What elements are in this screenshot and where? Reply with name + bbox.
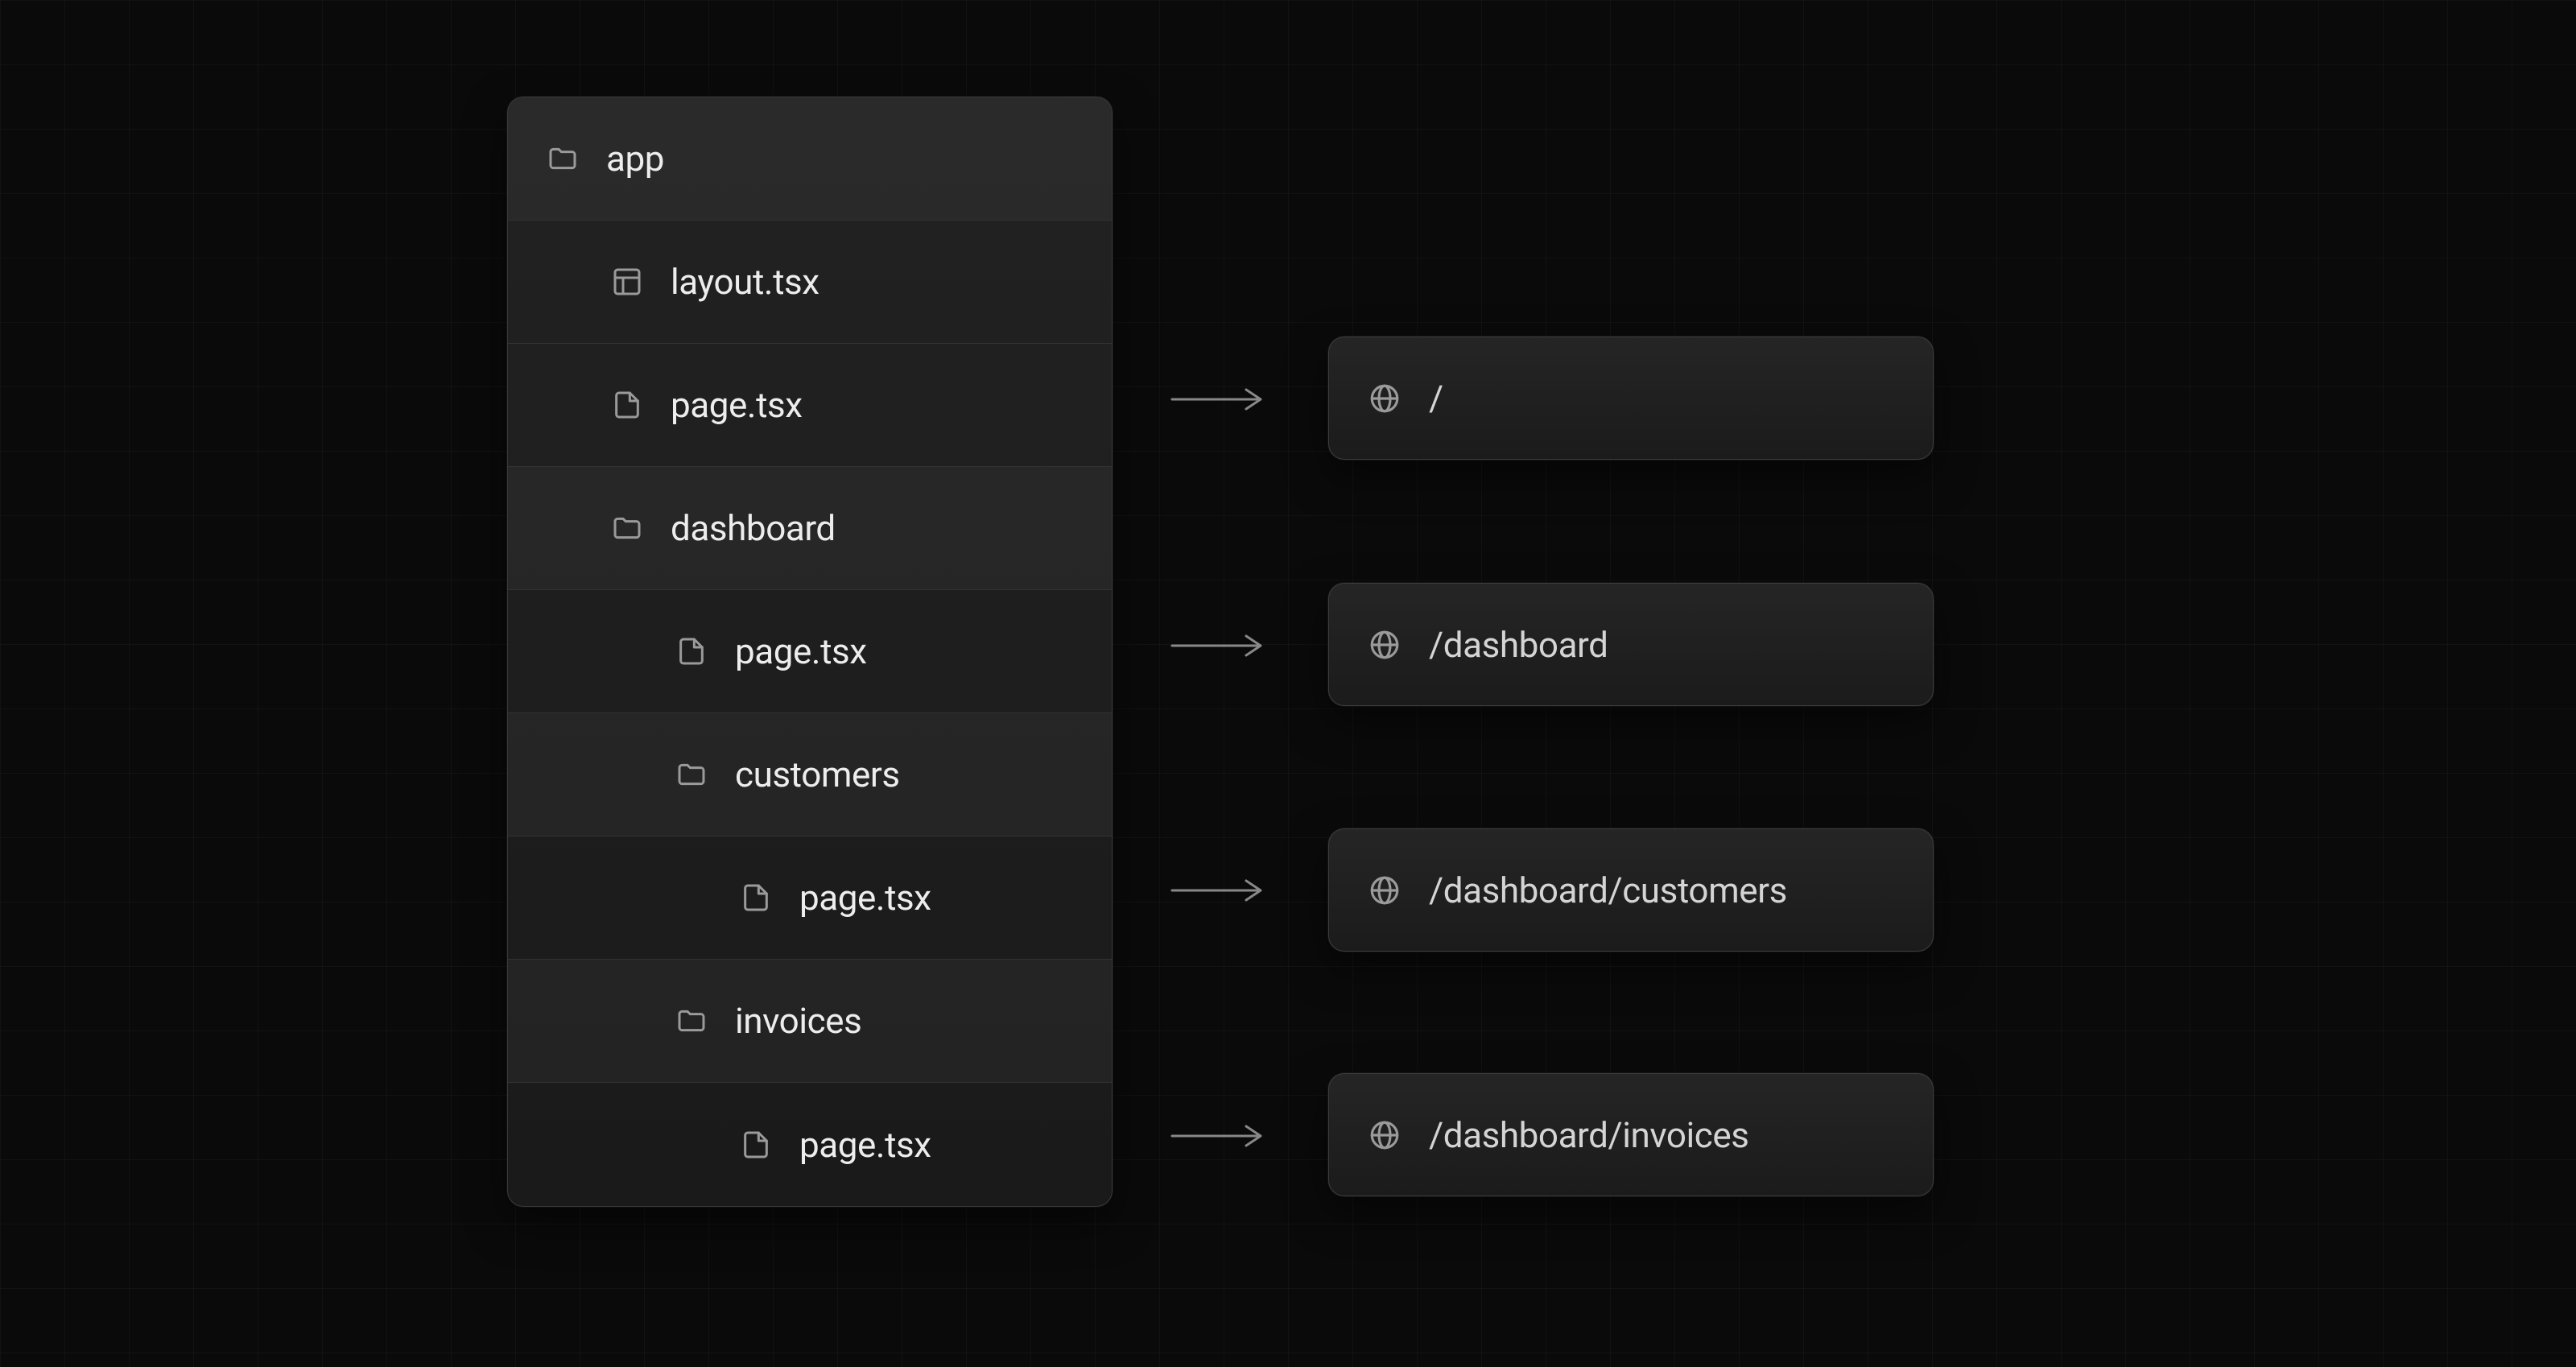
tree-label: page.tsx (671, 384, 803, 426)
globe-icon (1368, 628, 1402, 662)
tree-label: app (606, 138, 664, 180)
file-icon (611, 389, 643, 421)
route-path: /dashboard/customers (1429, 869, 1787, 911)
tree-row-invoices: invoices (508, 960, 1112, 1083)
file-icon (740, 882, 772, 914)
route-path: /dashboard (1429, 624, 1608, 666)
route-path: / (1429, 378, 1443, 419)
globe-icon (1368, 1118, 1402, 1152)
arrow-icon (1169, 631, 1267, 660)
tree-label: invoices (735, 1000, 861, 1042)
route-pill-invoices: /dashboard/invoices (1328, 1073, 1934, 1196)
route-pill-customers: /dashboard/customers (1328, 828, 1934, 952)
globe-icon (1368, 382, 1402, 415)
folder-icon (547, 142, 579, 175)
tree-row-app: app (508, 97, 1112, 221)
arrow-icon (1169, 1121, 1267, 1150)
folder-icon (611, 512, 643, 544)
tree-label: dashboard (671, 507, 836, 549)
tree-row-page-invoices: page.tsx (508, 1083, 1112, 1206)
folder-icon (675, 1005, 708, 1037)
tree-label: page.tsx (735, 630, 867, 672)
globe-icon (1368, 873, 1402, 907)
tree-row-page-root: page.tsx (508, 344, 1112, 467)
tree-row-layout: layout.tsx (508, 221, 1112, 344)
tree-label: layout.tsx (671, 261, 819, 303)
tree-label: page.tsx (799, 1124, 931, 1166)
arrow-icon (1169, 876, 1267, 905)
file-icon (675, 635, 708, 667)
tree-row-page-dashboard: page.tsx (508, 590, 1112, 713)
diagram-canvas: app layout.tsx page.tsx dashboard page.t (0, 0, 2576, 1367)
route-path: /dashboard/invoices (1429, 1114, 1749, 1156)
tree-row-dashboard: dashboard (508, 467, 1112, 590)
tree-row-page-customers: page.tsx (508, 836, 1112, 960)
arrow-icon (1169, 385, 1267, 414)
layout-icon (611, 266, 643, 298)
tree-label: page.tsx (799, 877, 931, 919)
file-icon (740, 1129, 772, 1161)
folder-icon (675, 758, 708, 791)
file-tree: app layout.tsx page.tsx dashboard page.t (507, 97, 1113, 1207)
route-pill-root: / (1328, 337, 1934, 460)
route-pill-dashboard: /dashboard (1328, 583, 1934, 706)
tree-row-customers: customers (508, 713, 1112, 836)
tree-label: customers (735, 754, 900, 795)
